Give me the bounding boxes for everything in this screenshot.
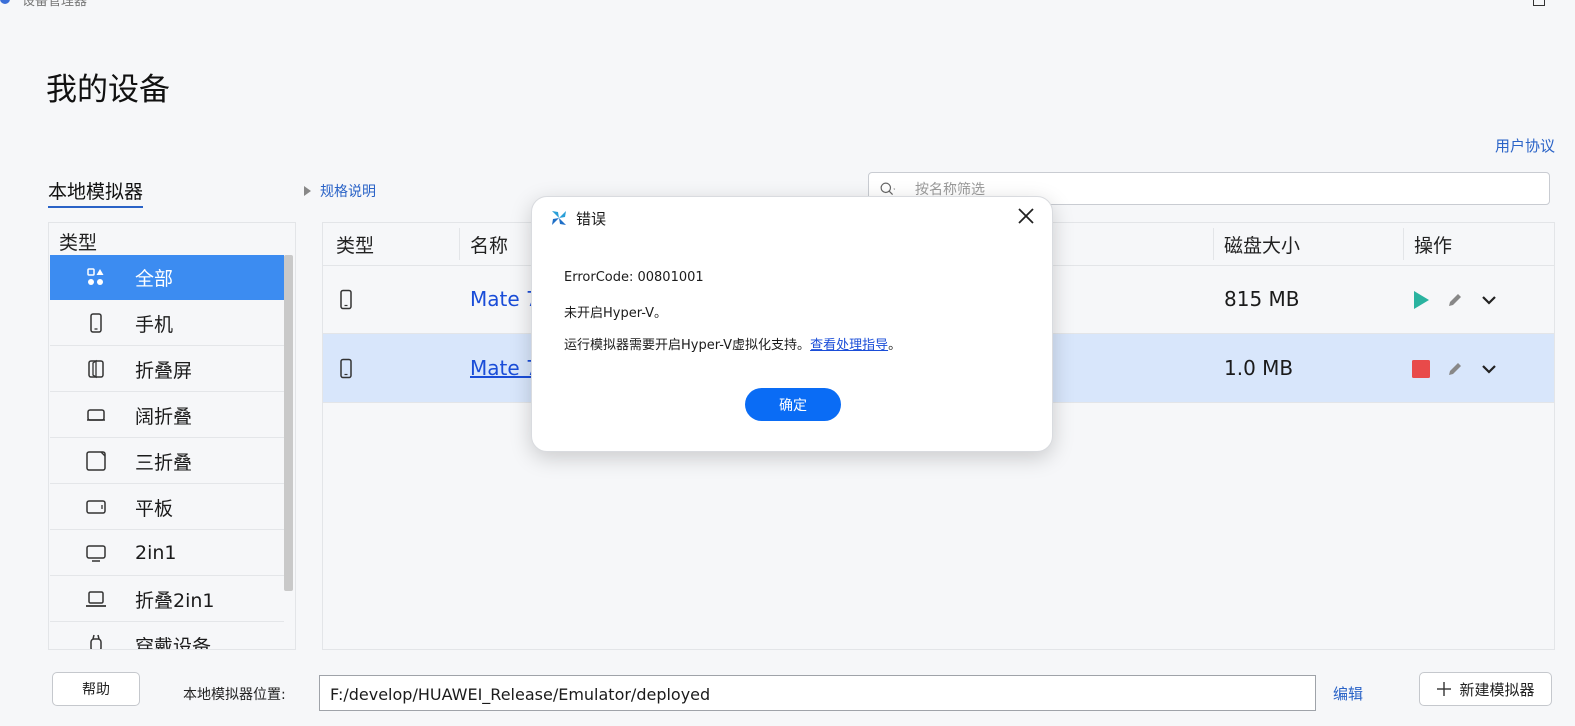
watch-icon	[85, 634, 107, 649]
dialog-title: 错误	[576, 210, 607, 228]
chevron-down-icon[interactable]	[1479, 359, 1499, 379]
error-detail-text: 运行模拟器需要开启Hyper-V虚拟化支持。	[564, 338, 811, 353]
view-guide-link[interactable]: 查看处理指导	[810, 338, 888, 353]
type-item-label: 平板	[135, 497, 174, 520]
grid-shapes-icon	[85, 266, 107, 288]
spec-toggle[interactable]: 规格说明	[304, 181, 376, 201]
type-item-label: 穿戴设备	[135, 635, 212, 650]
type-item-label: 三折叠	[135, 451, 193, 474]
phone-icon	[340, 289, 352, 310]
window-title: 设备管理器	[22, 0, 88, 9]
type-item-label: 手机	[135, 313, 174, 336]
page-title: 我的设备	[46, 72, 170, 108]
type-item-label: 2in1	[135, 542, 177, 564]
edit-pencil-icon[interactable]	[1445, 359, 1465, 379]
error-detail-suffix: 。	[888, 338, 902, 353]
plus-icon	[1437, 682, 1452, 696]
type-item-foldable[interactable]: 折叠屏	[50, 347, 284, 392]
device-name-link[interactable]: Mate 7	[470, 287, 539, 311]
type-item-label: 阔折叠	[135, 405, 193, 428]
type-item-2in1[interactable]: 2in1	[50, 531, 284, 576]
ok-button[interactable]: 确定	[745, 388, 841, 421]
tablet-icon	[85, 496, 107, 518]
foldable-icon	[85, 358, 107, 380]
type-item-all[interactable]: 全部	[50, 255, 284, 300]
column-header-actions: 操作	[1414, 235, 1453, 257]
column-header-name: 名称	[470, 235, 509, 257]
new-emulator-button[interactable]: 新建模拟器	[1419, 672, 1552, 706]
phone-icon	[85, 312, 107, 334]
window-control-icon[interactable]	[1533, 0, 1545, 6]
column-header-type: 类型	[336, 235, 375, 257]
stop-icon[interactable]	[1411, 359, 1431, 379]
user-agreement-link[interactable]: 用户协议	[1495, 135, 1555, 156]
edit-pencil-icon[interactable]	[1445, 290, 1465, 310]
type-panel-header: 类型	[59, 232, 98, 254]
column-separator	[459, 228, 460, 260]
edit-location-link[interactable]: 编辑	[1333, 683, 1363, 704]
column-separator	[1213, 228, 1214, 260]
column-separator	[1403, 228, 1404, 260]
play-icon[interactable]	[1411, 290, 1431, 310]
type-panel: 类型 全部 手机 折叠屏 阔折叠 三折叠 平板 2in1 折叠2in1 穿戴设备	[48, 222, 296, 650]
type-item-label: 全部	[135, 267, 174, 290]
type-item-wide-fold[interactable]: 阔折叠	[50, 393, 284, 438]
close-icon[interactable]	[1016, 206, 1036, 226]
device-name-link[interactable]: Mate 7	[470, 356, 539, 380]
type-list-scrollbar[interactable]	[284, 255, 293, 591]
monitor-icon	[85, 542, 107, 564]
error-message: 未开启Hyper-V。	[564, 306, 668, 321]
chevron-down-icon[interactable]	[1479, 290, 1499, 310]
location-label: 本地模拟器位置:	[183, 687, 286, 703]
type-item-label: 折叠2in1	[135, 589, 215, 612]
error-code: ErrorCode: 00801001	[564, 270, 704, 285]
spec-toggle-label: 规格说明	[320, 184, 376, 200]
type-item-phone[interactable]: 手机	[50, 301, 284, 346]
app-logo-icon	[0, 0, 10, 4]
type-item-label: 折叠屏	[135, 359, 193, 382]
app-logo-icon	[552, 211, 566, 225]
column-header-disk: 磁盘大小	[1224, 235, 1301, 257]
laptop-icon	[85, 588, 107, 610]
type-item-fold-2in1[interactable]: 折叠2in1	[50, 577, 284, 622]
help-button[interactable]: 帮助	[52, 672, 140, 706]
type-item-wearable[interactable]: 穿戴设备	[50, 623, 284, 650]
error-dialog: 错误 ErrorCode: 00801001 未开启Hyper-V。 运行模拟器…	[531, 196, 1053, 452]
phone-icon	[340, 358, 352, 379]
type-list: 全部 手机 折叠屏 阔折叠 三折叠 平板 2in1 折叠2in1 穿戴设备	[50, 255, 284, 650]
location-field[interactable]	[319, 675, 1316, 711]
new-emulator-label: 新建模拟器	[1459, 680, 1535, 699]
disk-size: 815 MB	[1224, 287, 1300, 311]
error-detail: 运行模拟器需要开启Hyper-V虚拟化支持。查看处理指导。	[564, 334, 901, 353]
expand-triangle-icon	[304, 186, 311, 196]
type-item-tablet[interactable]: 平板	[50, 485, 284, 530]
window-titlebar: 设备管理器	[0, 0, 1575, 9]
location-input[interactable]	[328, 683, 1292, 705]
tri-fold-icon	[85, 450, 107, 472]
type-item-tri-fold[interactable]: 三折叠	[50, 439, 284, 484]
tab-local-emulator[interactable]: 本地模拟器	[48, 177, 144, 208]
wide-fold-icon	[85, 404, 107, 426]
disk-size: 1.0 MB	[1224, 356, 1294, 380]
